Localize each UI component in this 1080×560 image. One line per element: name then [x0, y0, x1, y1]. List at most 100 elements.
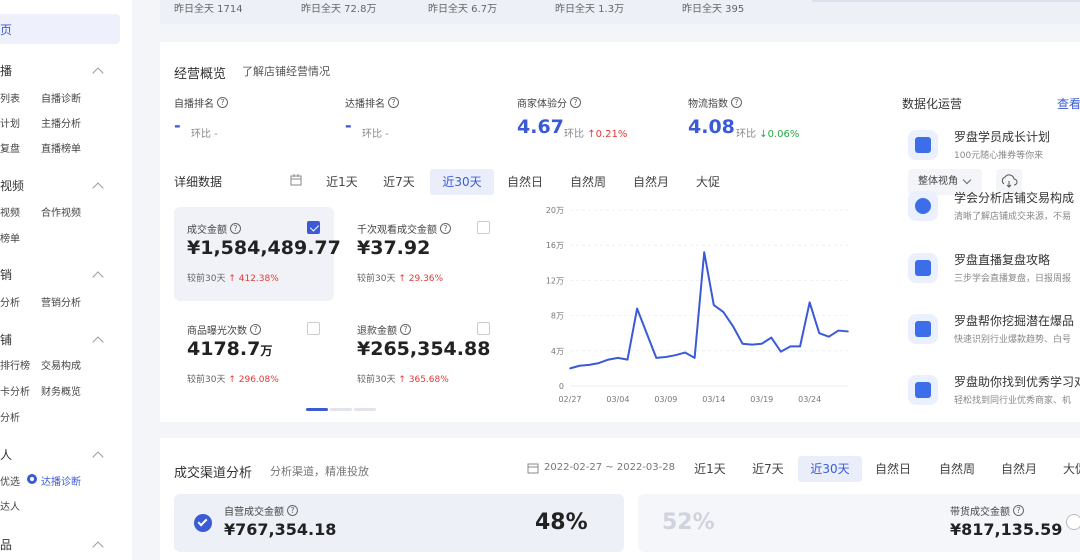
metric-card-refund[interactable]: 退款金额? ¥265,354.88 较前30天 ↑ 365.68%	[344, 308, 504, 402]
sidebar-item[interactable]: 合作视频	[41, 204, 81, 219]
sidebar-item[interactable]: 财务概览	[41, 383, 81, 398]
radio-circle-icon[interactable]	[1066, 514, 1080, 530]
data-point[interactable]	[712, 304, 715, 306]
data-point[interactable]	[837, 329, 840, 332]
sidebar-section-product[interactable]: 品	[0, 536, 12, 553]
sidebar-item[interactable]: 视频	[0, 204, 20, 219]
chevron-up-icon[interactable]	[92, 182, 104, 194]
data-point[interactable]	[674, 354, 677, 356]
ops-item[interactable]: 罗盘直播复盘攻略 三步学会直播复盘，日报周报	[900, 249, 1080, 293]
metric-checkbox[interactable]	[477, 221, 490, 234]
data-point[interactable]	[569, 367, 571, 370]
pager-dot-active[interactable]	[306, 408, 328, 411]
tab-promo[interactable]: 大促	[692, 169, 724, 195]
sidebar-section-marketing[interactable]: 销	[0, 266, 12, 283]
metric-card-gmv[interactable]: 成交金额? ¥1,584,489.77 较前30天 ↑ 412.38%	[174, 207, 341, 301]
chevron-up-icon[interactable]	[92, 541, 104, 553]
data-point[interactable]	[751, 343, 753, 346]
sidebar-item[interactable]: 排行榜	[0, 357, 30, 372]
data-point[interactable]	[789, 345, 792, 348]
ops-item[interactable]: 罗盘助你找到优秀学习对 轻松找到同行业优秀商家、机	[900, 371, 1080, 415]
metric-checkbox[interactable]	[307, 221, 320, 234]
tab-30d[interactable]: 近30天	[430, 169, 494, 195]
data-point[interactable]	[607, 358, 610, 361]
sidebar-item[interactable]: 卡分析	[0, 383, 30, 398]
metric-card-gpm[interactable]: 千次观看成交金额? ¥37.92 较前30天 ↑ 29.36%	[344, 207, 504, 301]
data-point[interactable]	[808, 301, 811, 304]
sidebar-item-home[interactable]: 页	[0, 14, 120, 44]
data-point[interactable]	[588, 364, 590, 366]
sidebar-item[interactable]: 主播分析	[41, 115, 81, 130]
tab-1d[interactable]: 近1天	[318, 169, 366, 195]
sidebar-item[interactable]: 自播诊断	[41, 90, 81, 105]
data-point[interactable]	[684, 351, 686, 354]
sidebar-section-video[interactable]: 视频	[0, 177, 24, 194]
overview-link[interactable]: 了解店铺经营情况	[242, 63, 330, 79]
chevron-up-icon[interactable]	[92, 336, 104, 348]
data-point[interactable]	[780, 350, 782, 353]
calendar-icon[interactable]	[527, 462, 539, 474]
tab-1d[interactable]: 近1天	[686, 456, 734, 482]
data-point[interactable]	[799, 345, 801, 348]
data-point[interactable]	[703, 251, 706, 254]
sidebar-item[interactable]: 达人	[0, 498, 20, 513]
sidebar-item[interactable]: 优选	[0, 473, 20, 488]
metric-checkbox[interactable]	[477, 322, 490, 335]
sidebar-item[interactable]: 交易构成	[41, 357, 81, 372]
tab-natural-month[interactable]: 自然月	[628, 169, 674, 195]
sidebar-section-shop[interactable]: 铺	[0, 331, 12, 348]
data-point[interactable]	[741, 342, 744, 345]
chevron-up-icon[interactable]	[92, 451, 104, 463]
chevron-up-icon[interactable]	[92, 67, 104, 79]
sidebar-item[interactable]: 计划	[0, 115, 20, 130]
data-point[interactable]	[732, 325, 734, 327]
tab-natural-day[interactable]: 自然日	[502, 169, 548, 195]
data-point[interactable]	[818, 332, 821, 334]
sidebar-section-live[interactable]: 播	[0, 62, 12, 79]
data-point[interactable]	[636, 307, 638, 310]
data-point[interactable]	[655, 357, 658, 359]
ops-view-link[interactable]: 查看	[1057, 95, 1080, 112]
data-point[interactable]	[760, 342, 763, 345]
data-point[interactable]	[626, 358, 629, 361]
data-point[interactable]	[645, 332, 648, 334]
self-operated-share[interactable]: 自营成交金额? ¥767,354.18 48%	[174, 494, 624, 552]
chevron-up-icon[interactable]	[92, 271, 104, 283]
sidebar-item[interactable]: 直播榜单	[41, 140, 81, 155]
affiliate-share[interactable]: 52% 带货成交金额? ¥817,135.59	[638, 494, 1080, 552]
data-point[interactable]	[578, 364, 581, 367]
metric-card-exposure[interactable]: 商品曝光次数? 4178.7万 较前30天 ↑ 296.08%	[174, 308, 334, 402]
tab-7d[interactable]: 近7天	[374, 169, 424, 195]
pager-dot[interactable]	[354, 408, 376, 411]
sidebar-item[interactable]: 复盘	[0, 140, 20, 155]
tab-natural-day[interactable]: 自然日	[870, 456, 916, 482]
tab-7d[interactable]: 近7天	[744, 456, 792, 482]
sidebar-item[interactable]: 营销分析	[41, 294, 81, 309]
tab-natural-week[interactable]: 自然周	[934, 456, 980, 482]
tab-30d[interactable]: 近30天	[798, 456, 862, 482]
ops-item[interactable]: 学会分析店铺交易构成 清晰了解店铺成交来源，不易	[900, 187, 1080, 231]
tab-natural-month[interactable]: 自然月	[996, 456, 1042, 482]
date-range[interactable]: 2022-02-27 ~ 2022-03-28	[544, 462, 675, 473]
data-point[interactable]	[770, 336, 773, 339]
sidebar-item[interactable]: 榜单	[0, 230, 20, 245]
ops-item[interactable]: 罗盘帮你挖掘潜在爆品 快速识别行业爆款趋势、白号	[900, 310, 1080, 354]
data-point[interactable]	[597, 362, 600, 364]
data-point[interactable]	[847, 330, 849, 333]
data-point[interactable]	[665, 356, 667, 358]
data-point[interactable]	[722, 311, 725, 313]
data-point[interactable]	[693, 357, 696, 359]
pager-dot[interactable]	[330, 408, 352, 411]
calendar-icon[interactable]	[290, 174, 302, 186]
ops-item[interactable]: 罗盘学员成长计划 100元随心推券等你来	[900, 126, 1080, 170]
sidebar-item[interactable]: 分析	[0, 294, 20, 309]
sidebar-section-talent[interactable]: 人	[0, 446, 12, 463]
sidebar-item[interactable]: 列表	[0, 90, 20, 105]
data-point[interactable]	[617, 357, 619, 359]
data-point[interactable]	[828, 335, 830, 338]
tab-natural-week[interactable]: 自然周	[564, 169, 612, 195]
metric-checkbox[interactable]	[307, 322, 320, 335]
sidebar-item[interactable]: 分析	[0, 409, 20, 424]
sidebar-item-active[interactable]: 达播诊断	[41, 473, 81, 488]
tab-promo[interactable]: 大促	[1060, 456, 1080, 482]
